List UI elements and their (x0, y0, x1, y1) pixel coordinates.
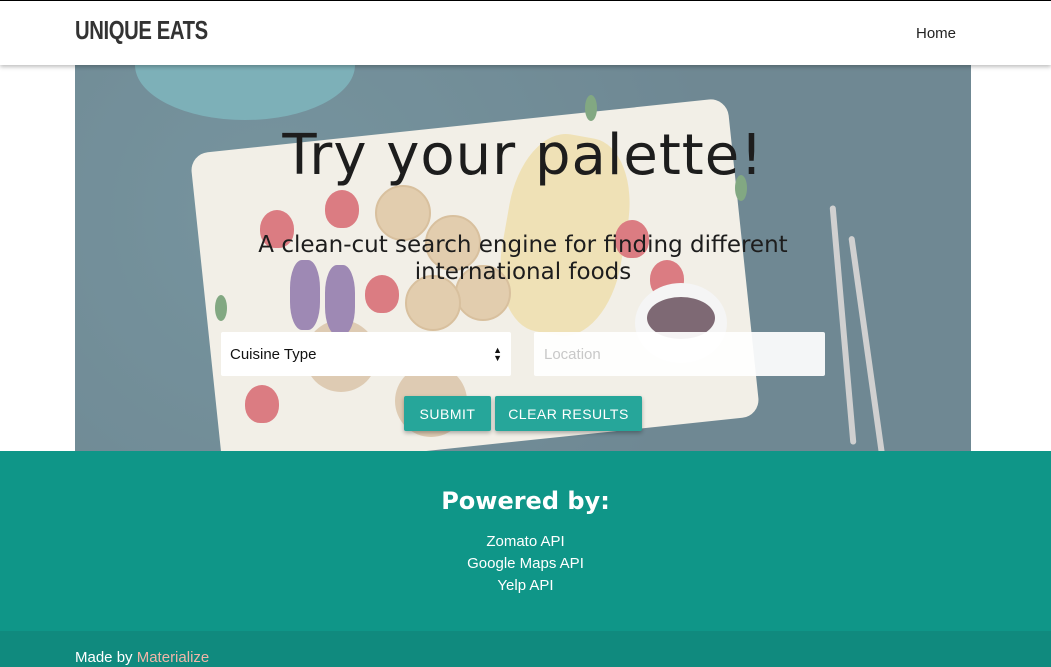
list-item: Yelp API (0, 577, 1051, 599)
cuisine-type-select[interactable]: Cuisine Type ▲ ▼ (221, 332, 511, 376)
footer-heading: Powered by: (441, 487, 610, 515)
submit-button[interactable]: SUBMIT (404, 396, 491, 431)
footer-links-list: Zomato API Google Maps API Yelp API (0, 533, 1051, 599)
hero-subtitle: A clean-cut search engine for finding di… (258, 232, 788, 285)
footer-copyright-bar: Made by Materialize (0, 631, 1051, 667)
materialize-link[interactable]: Materialize (137, 649, 210, 666)
hero-title: Try your palette! (282, 123, 764, 188)
made-by-text: Made by Materialize (75, 649, 209, 666)
list-item: Google Maps API (0, 555, 1051, 577)
footer-link-google-maps[interactable]: Google Maps API (467, 555, 584, 572)
location-input[interactable] (534, 332, 825, 376)
list-item: Zomato API (0, 533, 1051, 555)
clear-results-button[interactable]: CLEAR RESULTS (495, 396, 642, 431)
navbar: UNIQUE EATS Home (0, 0, 1051, 65)
nav-home-link[interactable]: Home (916, 25, 956, 42)
made-by-prefix: Made by (75, 649, 133, 666)
brand-logo[interactable]: UNIQUE EATS (75, 15, 208, 46)
page-footer: Powered by: Zomato API Google Maps API Y… (0, 451, 1051, 631)
hero-banner: Try your palette! A clean-cut search eng… (75, 65, 971, 451)
cuisine-type-selected-value: Cuisine Type (230, 345, 317, 363)
footer-link-zomato[interactable]: Zomato API (486, 533, 564, 550)
select-arrows-icon: ▲ ▼ (493, 345, 502, 363)
footer-link-yelp[interactable]: Yelp API (497, 577, 553, 594)
